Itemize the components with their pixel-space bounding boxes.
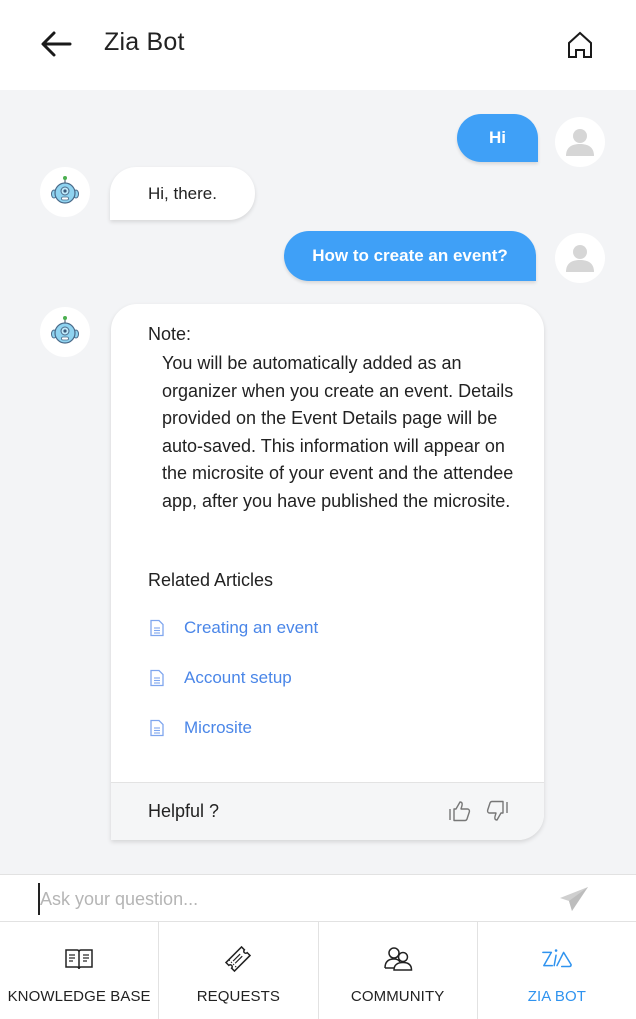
article-title: Creating an event [184, 618, 319, 637]
helpful-label: Helpful ? [148, 801, 220, 821]
nav-label: ZIA BOT [527, 988, 586, 1005]
related-articles-heading: Related Articles [148, 570, 274, 590]
user-message: Hi [457, 114, 538, 162]
send-button[interactable] [558, 885, 590, 913]
question-input[interactable] [38, 883, 518, 915]
home-icon [568, 31, 592, 58]
arrow-left-icon [41, 31, 72, 57]
nav-knowledge-base[interactable]: KNOWLEDGE BASE [0, 922, 160, 1019]
article-title: Account setup [184, 668, 292, 687]
related-article-link[interactable]: Account setup [148, 668, 292, 688]
person-icon [566, 129, 594, 156]
document-icon [150, 669, 164, 687]
message-composer [0, 874, 636, 922]
document-icon [150, 619, 164, 637]
back-button[interactable] [38, 28, 74, 60]
nav-community[interactable]: COMMUNITY [319, 922, 478, 1019]
dislike-button[interactable] [485, 799, 509, 823]
nav-label: COMMUNITY [350, 988, 445, 1005]
nav-zia-bot[interactable]: ZIA BOT [478, 922, 636, 1019]
user-avatar [555, 233, 605, 283]
ticket-icon [225, 945, 252, 973]
bot-answer-card: Note: You will be automatically added as… [111, 304, 544, 840]
thumbs-down-icon [486, 800, 508, 821]
document-icon [150, 719, 164, 737]
bot-avatar [40, 307, 90, 357]
message-text: Hi [489, 128, 506, 147]
person-icon [566, 245, 594, 272]
nav-label: KNOWLEDGE BASE [7, 988, 151, 1005]
note-body: You will be automatically added as an or… [162, 353, 514, 511]
robot-icon [51, 176, 79, 204]
bot-message: Hi, there. [110, 167, 255, 220]
zia-icon [542, 949, 572, 968]
like-button[interactable] [448, 799, 472, 823]
message-text: Hi, there. [148, 183, 217, 203]
chat-area[interactable]: Hi Hi, there. How to create an event? No… [0, 90, 636, 874]
user-avatar [555, 117, 605, 167]
paper-plane-icon [560, 887, 588, 911]
article-title: Microsite [184, 718, 253, 737]
note-label: Note: [148, 324, 192, 344]
page-title: Zia Bot [104, 28, 185, 56]
related-article-link[interactable]: Creating an event [148, 618, 318, 638]
home-button[interactable] [565, 30, 595, 60]
feedback-bar: Helpful ? [111, 782, 544, 840]
thumbs-up-icon [449, 801, 471, 822]
bottom-navigation: KNOWLEDGE BASE REQUESTS COMMUNITY ZIA BO… [0, 922, 636, 1019]
robot-icon [51, 316, 79, 344]
message-text: How to create an event? [312, 246, 508, 265]
book-icon [65, 949, 93, 970]
nav-label: REQUESTS [196, 988, 281, 1005]
bot-avatar [40, 167, 90, 217]
related-article-link[interactable]: Microsite [148, 718, 252, 738]
nav-requests[interactable]: REQUESTS [159, 922, 319, 1019]
app-header: Zia Bot [0, 0, 636, 90]
people-icon [383, 947, 412, 971]
user-message: How to create an event? [284, 231, 536, 281]
